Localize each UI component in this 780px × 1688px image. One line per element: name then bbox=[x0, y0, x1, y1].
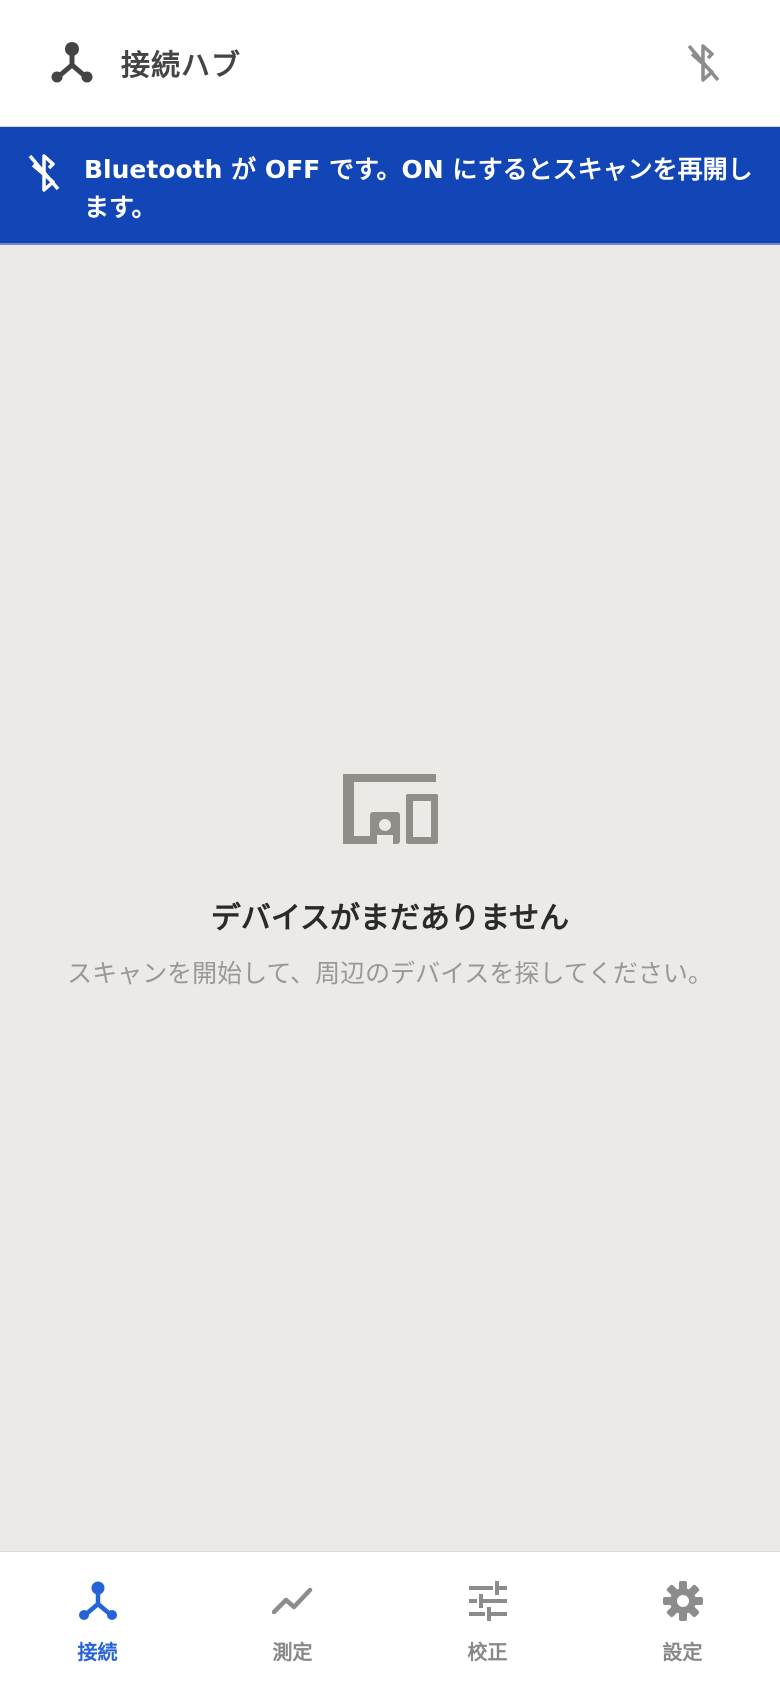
hub-icon bbox=[51, 42, 93, 83]
devices-icon bbox=[343, 774, 438, 844]
nav-item-calibrate[interactable]: 校正 bbox=[390, 1552, 585, 1688]
bluetooth-disabled-icon bbox=[28, 154, 60, 192]
nav-label: 校正 bbox=[467, 1640, 508, 1664]
bottom-navigation: 接続 測定 校正 設定 bbox=[0, 1551, 780, 1688]
tune-sliders-icon bbox=[469, 1581, 507, 1621]
nav-label: 接続 bbox=[77, 1640, 118, 1664]
empty-state-subtitle: スキャンを開始して、周辺のデバイスを探してください。 bbox=[67, 959, 713, 988]
trend-line-icon bbox=[272, 1587, 313, 1615]
top-app-bar: 接続ハブ bbox=[0, 0, 780, 127]
hub-icon bbox=[79, 1581, 117, 1620]
nav-item-settings[interactable]: 設定 bbox=[585, 1552, 780, 1688]
gear-icon bbox=[663, 1581, 703, 1621]
page-title: 接続ハブ bbox=[121, 48, 242, 82]
empty-state-title: デバイスがまだありません bbox=[210, 901, 570, 936]
banner-message: Bluetooth が OFF です。ON にするとスキャンを再開します。 bbox=[84, 155, 753, 222]
bluetooth-off-banner: Bluetooth が OFF です。ON にするとスキャンを再開します。 bbox=[0, 127, 780, 245]
nav-item-measure[interactable]: 測定 bbox=[195, 1552, 390, 1688]
app-root: 接続ハブ Bluetooth が OFF です。ON にするとスキャンを再開しま… bbox=[0, 0, 780, 1688]
nav-label: 設定 bbox=[662, 1640, 703, 1664]
nav-item-connect[interactable]: 接続 bbox=[0, 1552, 195, 1688]
nav-label: 測定 bbox=[272, 1640, 313, 1664]
bluetooth-disabled-icon[interactable] bbox=[682, 40, 724, 86]
